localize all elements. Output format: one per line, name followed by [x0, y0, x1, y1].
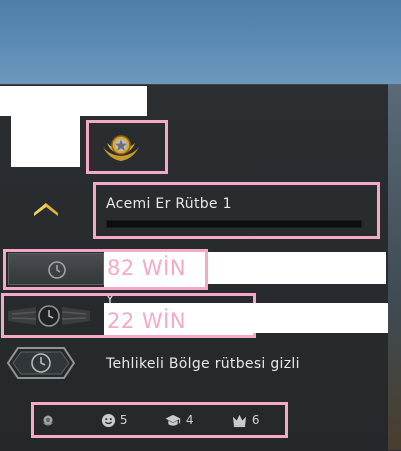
friendly-count: 5	[119, 413, 128, 427]
commendation-teacher: 4	[164, 413, 193, 428]
commendation-leader: 6	[231, 413, 259, 428]
danger-zone-label: Tehlikeli Bölge rütbesi gizli	[106, 356, 300, 372]
commendation-badge	[40, 413, 56, 429]
rank-badge-frame	[86, 120, 168, 174]
avatar[interactable]	[11, 115, 80, 167]
crown-icon	[232, 414, 247, 428]
smiley-icon	[101, 413, 116, 428]
rank-up-chevron-icon	[34, 203, 58, 216]
danger-zone-rank-icon	[6, 347, 76, 379]
rank-title: Acemi Er Rütbe 1	[106, 196, 232, 212]
rank-small-icon	[42, 415, 54, 426]
redacted-row-1	[208, 252, 386, 284]
wins-primary-label: 82 WİN	[107, 256, 187, 280]
teacher-count: 4	[185, 413, 194, 427]
background-edge	[388, 84, 401, 450]
redacted-row-2	[253, 303, 388, 333]
commendation-friendly: 5	[101, 413, 127, 428]
rank-progress-bar	[106, 220, 362, 228]
redacted-name-block	[0, 86, 147, 116]
leader-count: 6	[251, 413, 260, 427]
graduation-cap-icon	[165, 414, 181, 426]
rank-emblem-icon	[103, 135, 139, 161]
wins-secondary-label: 22 WİN	[107, 309, 187, 333]
background-sky	[0, 0, 401, 84]
